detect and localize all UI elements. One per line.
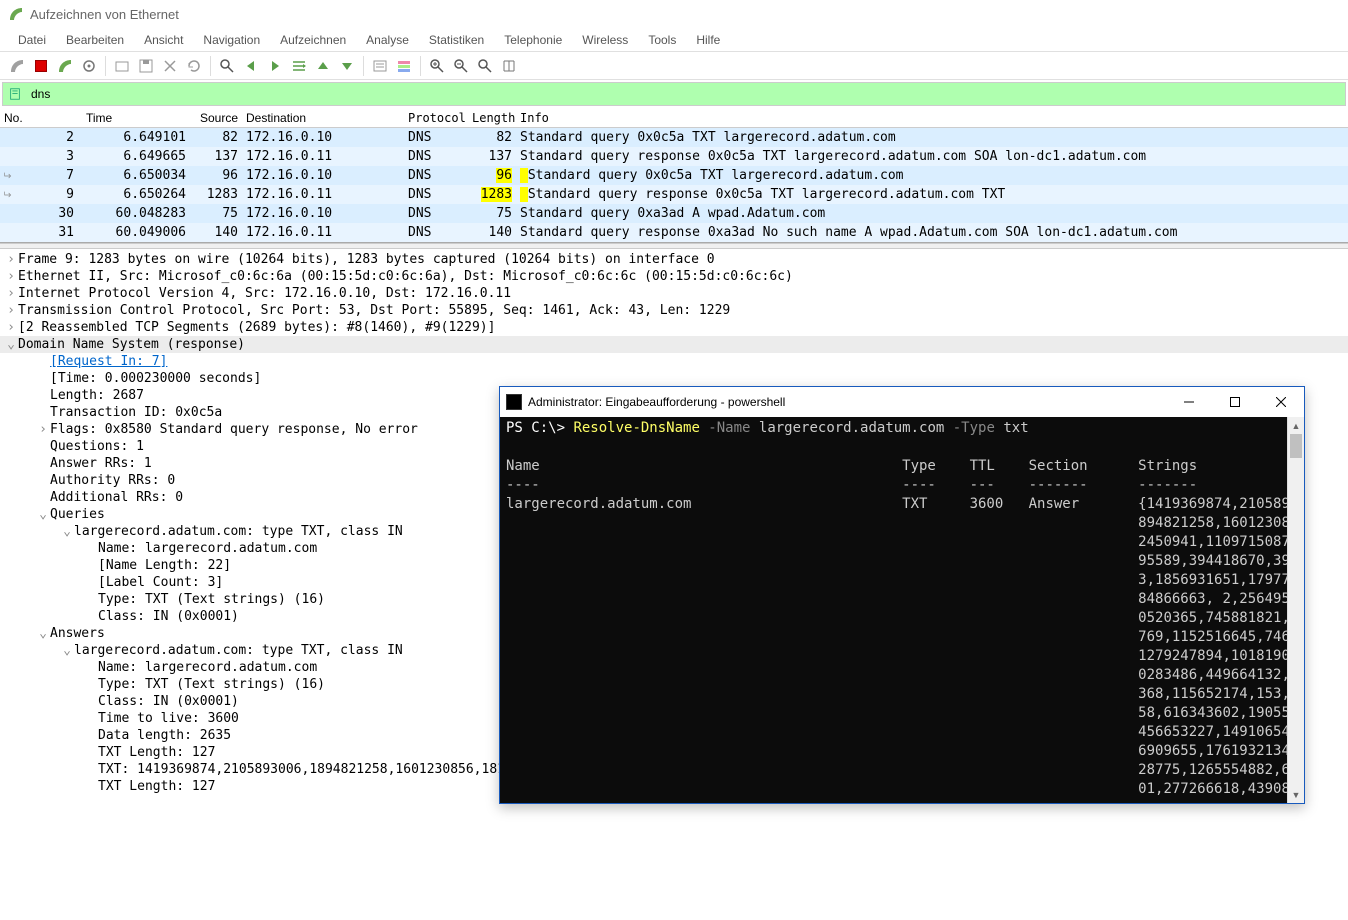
toolbar: [0, 52, 1348, 80]
scrollbar-thumb[interactable]: [1290, 434, 1302, 458]
menu-ansicht[interactable]: Ansicht: [134, 31, 193, 49]
detail-frame[interactable]: ›Frame 9: 1283 bytes on wire (10264 bits…: [0, 251, 1348, 268]
col-header-time[interactable]: Time: [82, 110, 194, 126]
window-title: Aufzeichnen von Ethernet: [30, 7, 179, 22]
reload-icon[interactable]: [183, 55, 205, 77]
stop-capture-icon[interactable]: [30, 55, 52, 77]
titlebar: Aufzeichnen von Ethernet: [0, 0, 1348, 28]
menu-telephonie[interactable]: Telephonie: [494, 31, 572, 49]
menu-bearbeiten[interactable]: Bearbeiten: [56, 31, 134, 49]
col-header-no[interactable]: No.: [0, 110, 82, 126]
goto-last-icon[interactable]: [336, 55, 358, 77]
menubar: Datei Bearbeiten Ansicht Navigation Aufz…: [0, 28, 1348, 52]
menu-datei[interactable]: Datei: [8, 31, 56, 49]
detail-ethernet[interactable]: ›Ethernet II, Src: Microsof_c0:6c:6a (00…: [0, 268, 1348, 285]
goto-first-icon[interactable]: [312, 55, 334, 77]
prev-packet-icon[interactable]: [240, 55, 262, 77]
detail-reassembled[interactable]: ›[2 Reassembled TCP Segments (2689 bytes…: [0, 319, 1348, 336]
scroll-down-icon[interactable]: ▼: [1288, 786, 1304, 803]
detail-time[interactable]: [Time: 0.000230000 seconds]: [0, 370, 1348, 387]
packet-list: No. Time Source Destination Protocol Len…: [0, 108, 1348, 243]
zoom-out-icon[interactable]: [450, 55, 472, 77]
separator: [105, 56, 106, 76]
packet-row[interactable]: 96.6502641283172.16.0.11DNS1283 Standard…: [0, 185, 1348, 204]
find-icon[interactable]: [216, 55, 238, 77]
scroll-up-icon[interactable]: ▲: [1288, 417, 1304, 434]
powershell-window: Administrator: Eingabeaufforderung - pow…: [499, 386, 1305, 804]
colorize-icon[interactable]: [393, 55, 415, 77]
packet-list-header: No. Time Source Destination Protocol Len…: [0, 108, 1348, 128]
menu-hilfe[interactable]: Hilfe: [686, 31, 730, 49]
menu-aufzeichnen[interactable]: Aufzeichnen: [270, 31, 356, 49]
open-file-icon[interactable]: [111, 55, 133, 77]
goto-packet-icon[interactable]: [288, 55, 310, 77]
maximize-button[interactable]: [1212, 387, 1258, 417]
separator: [363, 56, 364, 76]
col-header-destination[interactable]: Destination: [242, 110, 404, 126]
bookmark-filter-icon[interactable]: [7, 86, 23, 102]
display-filter-input[interactable]: [27, 83, 1345, 105]
auto-scroll-icon[interactable]: [369, 55, 391, 77]
packet-row[interactable]: 36.649665137172.16.0.11DNS137Standard qu…: [0, 147, 1348, 166]
scrollbar[interactable]: ▲ ▼: [1287, 417, 1304, 803]
col-header-source[interactable]: Source: [194, 110, 242, 126]
app-icon: [8, 6, 24, 22]
packet-row[interactable]: 26.64910182172.16.0.10DNS82Standard quer…: [0, 128, 1348, 147]
detail-request-in-link[interactable]: [Request In: 7]: [0, 353, 1348, 370]
detail-dns[interactable]: ⌄Domain Name System (response): [0, 336, 1348, 353]
zoom-reset-icon[interactable]: [474, 55, 496, 77]
col-header-length[interactable]: Length: [468, 110, 516, 126]
next-packet-icon[interactable]: [264, 55, 286, 77]
separator: [420, 56, 421, 76]
col-header-protocol[interactable]: Protocol: [404, 110, 468, 126]
menu-analyse[interactable]: Analyse: [356, 31, 419, 49]
close-file-icon[interactable]: [159, 55, 181, 77]
menu-navigation[interactable]: Navigation: [193, 31, 270, 49]
close-button[interactable]: [1258, 387, 1304, 417]
detail-tcp[interactable]: ›Transmission Control Protocol, Src Port…: [0, 302, 1348, 319]
packet-row[interactable]: 76.65003496172.16.0.10DNS96 Standard que…: [0, 166, 1348, 185]
col-header-info[interactable]: Info: [516, 110, 1348, 126]
zoom-in-icon[interactable]: [426, 55, 448, 77]
menu-wireless[interactable]: Wireless: [572, 31, 638, 49]
minimize-button[interactable]: [1166, 387, 1212, 417]
restart-capture-icon[interactable]: [54, 55, 76, 77]
separator: [210, 56, 211, 76]
menu-statistiken[interactable]: Statistiken: [419, 31, 494, 49]
packet-row[interactable]: 3160.049006140172.16.0.11DNS140Standard …: [0, 223, 1348, 242]
packet-row[interactable]: 3060.04828375172.16.0.10DNS75Standard qu…: [0, 204, 1348, 223]
menu-tools[interactable]: Tools: [638, 31, 686, 49]
powershell-console[interactable]: PS C:\> Resolve-DnsName -Name largerecor…: [500, 417, 1287, 803]
capture-options-icon[interactable]: [78, 55, 100, 77]
display-filter-bar: [2, 82, 1346, 106]
detail-ip[interactable]: ›Internet Protocol Version 4, Src: 172.1…: [0, 285, 1348, 302]
powershell-titlebar[interactable]: Administrator: Eingabeaufforderung - pow…: [500, 387, 1304, 417]
resize-columns-icon[interactable]: [498, 55, 520, 77]
save-file-icon[interactable]: [135, 55, 157, 77]
start-capture-icon[interactable]: [6, 55, 28, 77]
powershell-title-text: Administrator: Eingabeaufforderung - pow…: [528, 395, 1166, 409]
cmd-icon: [506, 394, 522, 410]
